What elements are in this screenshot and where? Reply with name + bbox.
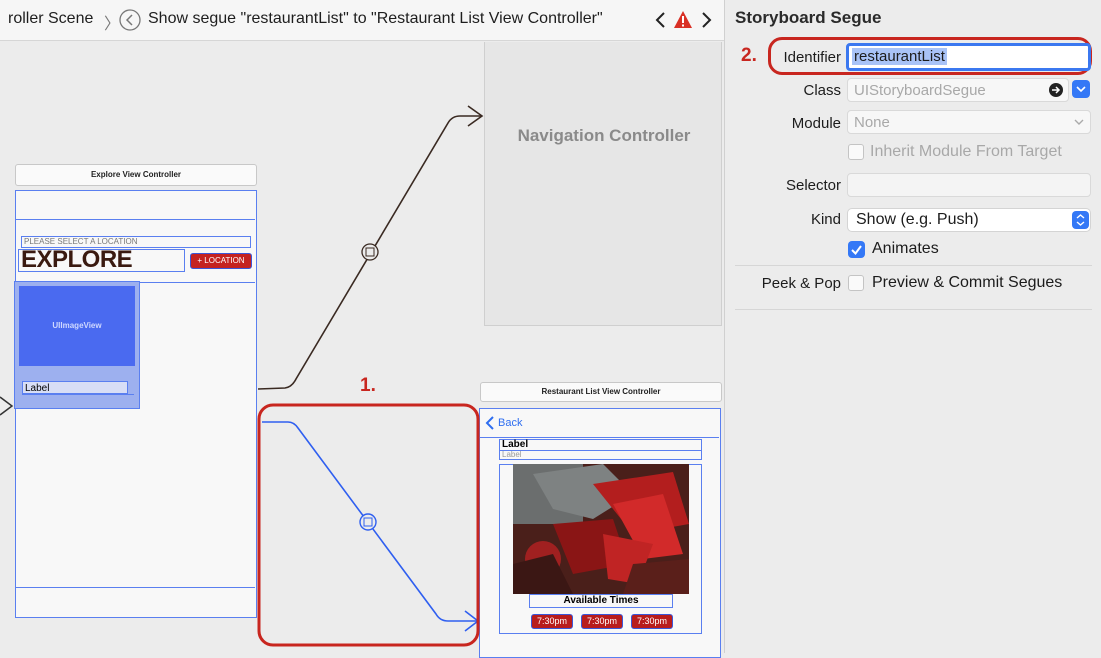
updown-icon — [1072, 211, 1089, 229]
inherit-checkbox[interactable] — [848, 144, 864, 160]
segue-connectors — [0, 105, 484, 647]
kind-value: Show (e.g. Push) — [856, 211, 979, 228]
peek-pop-label: Peek & Pop — [761, 275, 841, 292]
module-label: Module — [791, 115, 841, 132]
segue-node-icon — [359, 513, 377, 531]
segue-node-icon — [361, 243, 379, 261]
module-field[interactable]: None — [847, 110, 1091, 134]
divider — [735, 309, 1092, 310]
preview-checkbox[interactable] — [848, 275, 864, 291]
chevron-left-icon[interactable] — [652, 11, 670, 29]
storyboard-canvas[interactable]: Explore View Controller PLEASE SELECT A … — [0, 41, 723, 658]
step-2-label: 2. — [741, 45, 757, 66]
inherit-label: Inherit Module From Target — [870, 143, 1062, 160]
warning-icon[interactable] — [673, 10, 693, 29]
chevron-right-nav-icon[interactable] — [697, 11, 715, 29]
inspector-title: Storyboard Segue — [735, 8, 882, 27]
chevron-down-icon — [1074, 119, 1084, 125]
step-1-label: 1. — [360, 375, 376, 396]
checkmark-icon — [851, 245, 862, 256]
breadcrumb: roller Scene 〉 Show segue "restaurantLis… — [0, 0, 724, 41]
preview-label: Preview & Commit Segues — [872, 274, 1063, 291]
chevron-down-icon — [1076, 86, 1086, 93]
class-dropdown[interactable] — [1072, 80, 1090, 98]
back-circle-icon[interactable] — [118, 8, 142, 32]
kind-label: Kind — [810, 211, 841, 228]
divider — [735, 265, 1092, 266]
identifier-value: restaurantList — [852, 48, 947, 65]
class-label: Class — [803, 82, 841, 99]
class-field[interactable]: UIStoryboardSegue — [847, 78, 1069, 102]
attributes-inspector: Storyboard Segue 2. Identifier restauran… — [724, 0, 1101, 653]
go-arrow-icon[interactable] — [1048, 82, 1064, 98]
kind-popup[interactable]: Show (e.g. Push) — [847, 208, 1091, 232]
selector-label: Selector — [785, 177, 841, 194]
breadcrumb-scene[interactable]: roller Scene — [8, 10, 93, 28]
identifier-field[interactable]: restaurantList — [846, 43, 1091, 71]
identifier-label: Identifier — [783, 49, 841, 66]
entry-arrow-icon — [0, 396, 14, 416]
animates-label: Animates — [872, 240, 939, 257]
selector-field[interactable] — [847, 173, 1091, 197]
animates-checkbox[interactable] — [848, 241, 865, 258]
breadcrumb-segue[interactable]: Show segue "restaurantList" to "Restaura… — [148, 10, 603, 28]
